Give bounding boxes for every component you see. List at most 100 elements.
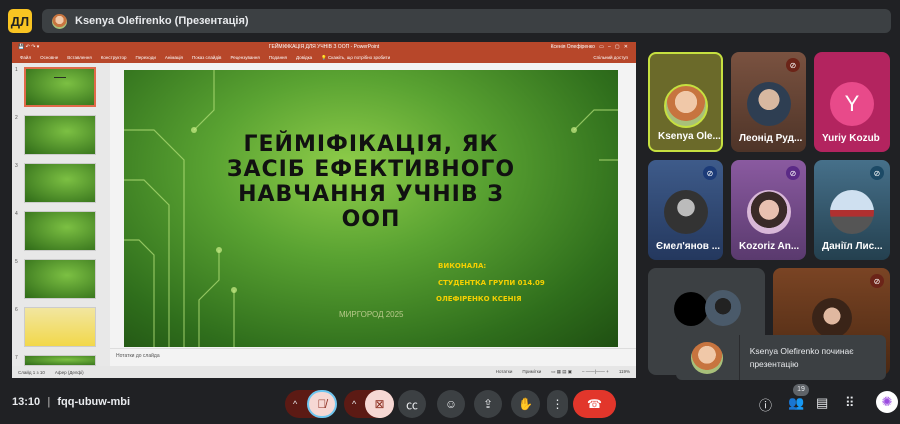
hand-icon: ✋	[518, 397, 533, 411]
participant-tile[interactable]: Ksenya Ole...	[648, 52, 723, 152]
participant-tile[interactable]: ⊘ Ємел'янов ...	[648, 160, 723, 260]
slide-thumbnail[interactable]	[24, 355, 96, 366]
gemini-icon[interactable]: ✺	[876, 391, 898, 413]
slide-counter: Слайд 1 з 10	[18, 369, 45, 375]
mic-off-icon: ⊘	[870, 166, 884, 180]
ribbon-tab[interactable]: Вставлення	[67, 55, 92, 60]
ribbon-tab[interactable]: Показ слайдів	[192, 55, 221, 60]
present-button[interactable]: ⇪	[474, 390, 502, 418]
shared-screen: 💾 ↶ ↷ ▾ ГЕЙМІФІКАЦІЯ ДЛЯ УЧНІВ З ООП - P…	[12, 42, 636, 378]
ppt-user: Ксенія Олефіренко ▭ – ▢ ✕	[550, 44, 628, 50]
people-icon[interactable]: 👥	[788, 395, 804, 411]
camera-toggle[interactable]: ⊠	[365, 390, 394, 418]
captions-icon: ㏄	[405, 397, 418, 412]
more-options-button[interactable]: ⋮	[547, 390, 568, 418]
zoom-slider[interactable]: – ——|—— +	[582, 369, 609, 375]
participant-avatar	[663, 190, 708, 234]
language: Афер (Делфі)	[54, 369, 84, 375]
participant-name: Леонід Руд...	[739, 133, 803, 144]
presenter-label: Ksenya Olefirenko (Презентація)	[75, 15, 249, 27]
participant-tile[interactable]: ⊘ Kozoriz An...	[731, 160, 806, 260]
mic-off-icon: ⊘	[786, 166, 800, 180]
notes-button[interactable]: Нотатки	[496, 369, 513, 375]
thumb-number: 4	[15, 211, 18, 217]
activities-icon[interactable]: ⠿	[845, 395, 855, 411]
people-count-badge: 19	[793, 384, 809, 396]
ribbon-tab[interactable]: Рецензування	[230, 55, 259, 60]
ribbon-tab[interactable]: Файл	[20, 55, 31, 60]
microphone-toggle[interactable]: 🎙̸	[307, 390, 337, 418]
ribbon-tab[interactable]: Довідка	[296, 55, 312, 60]
presenter-avatar	[691, 341, 724, 374]
mic-off-icon: ⊘	[703, 166, 717, 180]
slide-thumbnail[interactable]	[24, 163, 96, 203]
slide-thumbnail[interactable]	[24, 307, 96, 347]
participant-name: Yuriy Kozub	[822, 133, 880, 144]
participant-name: Kozoriz An...	[739, 241, 800, 252]
reactions-button[interactable]: ☺	[437, 390, 465, 418]
view-buttons[interactable]: ▭ ▦ ▤ ▣	[551, 369, 572, 375]
participant-avatar	[705, 290, 741, 326]
participant-tile[interactable]: ⊘ Леонід Руд...	[731, 52, 806, 152]
meeting-info: 13:10 | fqq-ubuw-mbi	[12, 396, 131, 408]
participant-tile[interactable]: ⊘ Даніїл Лис...	[814, 160, 890, 260]
hang-up-icon: ☎	[587, 397, 602, 411]
notes-field[interactable]: Нотатки до слайда	[110, 348, 636, 364]
ribbon-tab[interactable]: Переходи	[135, 55, 155, 60]
chat-icon[interactable]: ▤	[816, 395, 828, 411]
participant-avatar	[812, 298, 852, 338]
slide-author-label: ВИКОНАЛА:	[438, 262, 487, 270]
slide-author: ОЛЕФІРЕНКО КСЕНІЯ	[436, 295, 522, 303]
thumb-number: 5	[15, 259, 18, 265]
comments-button[interactable]: Примітки	[522, 369, 541, 375]
slide-thumbnail[interactable]	[24, 259, 96, 299]
emoji-icon: ☺	[444, 397, 458, 411]
share-button[interactable]: Спільний доступ	[593, 55, 628, 60]
participant-name: Ksenya Ole...	[658, 131, 721, 142]
ribbon-tabs: Файл Основне Вставлення Конструктор Пере…	[12, 52, 636, 63]
ppt-title-bar: 💾 ↶ ↷ ▾ ГЕЙМІФІКАЦІЯ ДЛЯ УЧНІВ З ООП - P…	[12, 42, 636, 52]
participant-avatar: Y	[830, 82, 874, 126]
participant-avatar	[746, 82, 791, 126]
mic-off-icon: 🎙̸	[317, 397, 327, 411]
ribbon-tab[interactable]: Подання	[269, 55, 287, 60]
participant-avatar	[663, 84, 708, 128]
meeting-controls: 13:10 | fqq-ubuw-mbi ^ 🎙̸ ^ ⊠ ㏄ ☺ ⇪ ✋ ⋮ …	[0, 384, 900, 424]
current-slide: ГЕЙМІФІКАЦІЯ, ЯК ЗАСІБ ЕФЕКТИВНОГО НАВЧА…	[124, 70, 618, 347]
raise-hand-button[interactable]: ✋	[511, 390, 540, 418]
participant-name: Ємел'янов ...	[656, 241, 721, 252]
ribbon-tab[interactable]: Основне	[40, 55, 58, 60]
clock: 13:10	[12, 396, 41, 408]
ppt-status-bar: Слайд 1 з 10 Афер (Делфі) Нотатки Приміт…	[12, 366, 636, 378]
present-icon: ⇪	[482, 397, 494, 411]
mic-off-icon: ⊘	[870, 274, 884, 288]
ppt-window-title: ГЕЙМІФІКАЦІЯ ДЛЯ УЧНІВ З ООП - PowerPoin…	[268, 44, 380, 50]
ribbon-tab[interactable]: Анімація	[165, 55, 183, 60]
mic-off-icon: ⊘	[786, 58, 800, 72]
presenter-avatar	[52, 13, 67, 29]
slide-thumbnail[interactable]	[24, 211, 96, 251]
quick-access-icons: 💾 ↶ ↷ ▾	[18, 44, 40, 50]
participant-tile[interactable]: Y Yuriy Kozub	[814, 52, 890, 152]
camera-off-icon: ⊠	[374, 397, 385, 411]
toast-message: Ksenya Olefirenko починає презентацію	[749, 345, 854, 369]
app-logo: ДЛ	[8, 9, 32, 33]
thumb-number: 7	[15, 355, 18, 361]
leave-call-button[interactable]: ☎	[573, 390, 616, 418]
ribbon-tab[interactable]: Конструктор	[101, 55, 127, 60]
zoom-level[interactable]: 119%	[619, 369, 630, 375]
slide-thumbnail[interactable]: ▬▬▬▬	[24, 67, 96, 107]
slide-thumbnail[interactable]	[24, 115, 96, 155]
slide-title: ГЕЙМІФІКАЦІЯ, ЯК ЗАСІБ ЕФЕКТИВНОГО НАВЧА…	[226, 132, 516, 232]
meeting-code: fqq-ubuw-mbi	[57, 396, 131, 408]
participant-avatar	[830, 190, 874, 234]
notification-toast: Ksenya Olefirenko починає презентацію	[676, 335, 886, 380]
info-icon[interactable]: ⓘ	[759, 395, 772, 414]
presenter-bar: Ksenya Olefirenko (Презентація)	[42, 9, 891, 33]
captions-button[interactable]: ㏄	[398, 390, 426, 418]
thumb-number: 3	[15, 163, 18, 169]
participant-name: Даніїл Лис...	[822, 241, 883, 252]
tell-me-box[interactable]: 💡 Скажіть, що потрібно зробити	[321, 55, 390, 61]
slide-thumbnails: 1 ▬▬▬▬ 2 3 4 5 6 7	[12, 63, 110, 366]
participant-avatar	[746, 190, 791, 234]
